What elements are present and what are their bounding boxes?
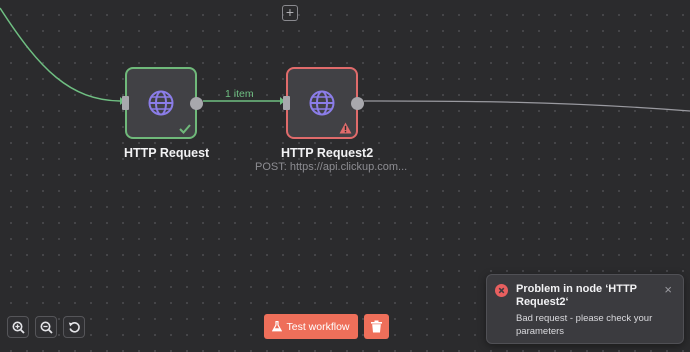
input-handle[interactable] [283, 96, 290, 110]
close-icon[interactable]: × [664, 283, 672, 296]
toast-title: Problem in node ‘HTTP Request2‘ [516, 283, 637, 308]
warning-icon [339, 122, 352, 134]
zoom-in-icon [12, 321, 25, 334]
error-toast: Problem in node ‘HTTP Request2‘ Bad requ… [486, 274, 684, 344]
outgoing-connection[interactable] [363, 100, 690, 112]
trash-icon [371, 320, 382, 333]
node-http-request2[interactable] [283, 67, 364, 139]
error-icon [495, 284, 508, 297]
node-http-request[interactable] [122, 67, 203, 139]
zoom-out-icon [40, 321, 53, 334]
reset-zoom-button[interactable] [63, 316, 85, 338]
test-workflow-label: Test workflow [286, 320, 350, 333]
input-handle[interactable] [122, 96, 129, 110]
output-handle[interactable] [351, 97, 364, 110]
node-title: HTTP Request2 [281, 146, 374, 160]
globe-icon [309, 90, 335, 116]
zoom-in-button[interactable] [7, 316, 29, 338]
node-subtitle: POST: https://api.clickup.com... [255, 161, 408, 173]
checkmark-icon [179, 124, 191, 134]
globe-icon [148, 90, 174, 116]
incoming-connection[interactable] [0, 7, 121, 102]
zoom-out-button[interactable] [35, 316, 57, 338]
add-node-button[interactable]: + [282, 5, 298, 21]
toast-message: Bad request - please check your paramete… [516, 313, 653, 337]
reset-icon [68, 322, 80, 333]
node-title: HTTP Request [124, 146, 210, 160]
connection-label: 1 item [225, 88, 254, 100]
test-workflow-button[interactable]: Test workflow [264, 314, 358, 339]
output-handle[interactable] [190, 97, 203, 110]
flask-icon [272, 321, 283, 332]
delete-button[interactable] [364, 314, 389, 339]
